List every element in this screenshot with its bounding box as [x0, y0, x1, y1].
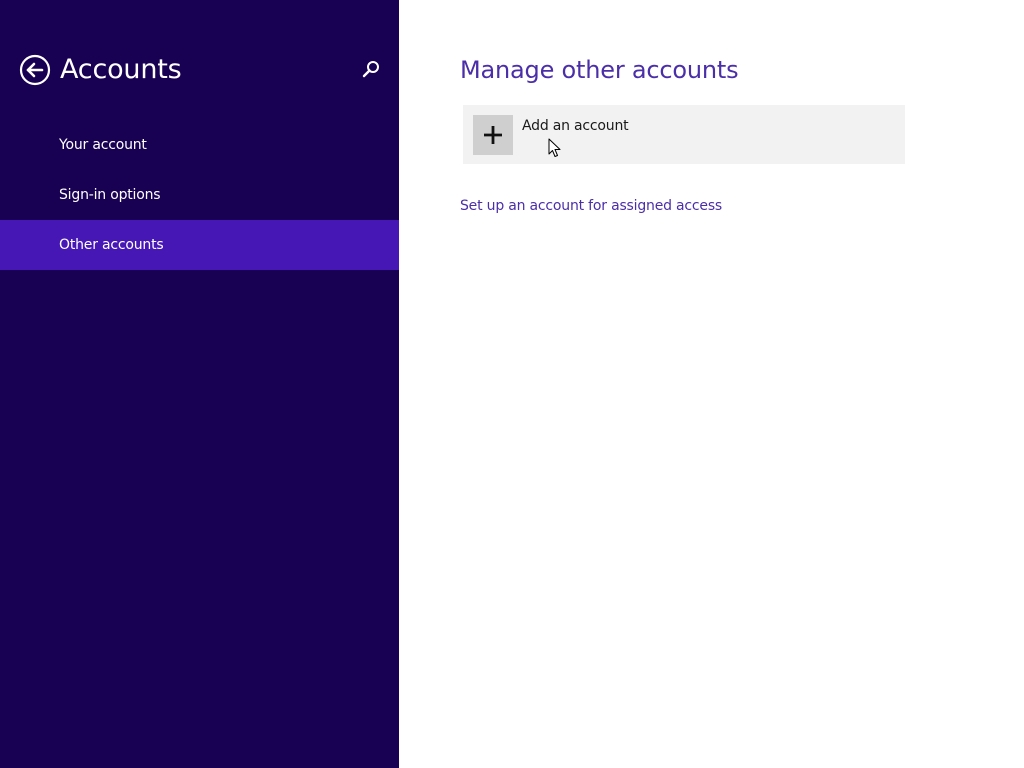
plus-icon: [484, 126, 502, 144]
navigation-pane: Accounts Your account Sign-in options Ot…: [0, 0, 399, 768]
settings-window: Accounts Your account Sign-in options Ot…: [0, 0, 1024, 768]
page-title: Manage other accounts: [460, 56, 739, 84]
nav-title: Accounts: [60, 54, 182, 85]
back-button[interactable]: [19, 54, 51, 86]
nav-item-sign-in-options[interactable]: Sign-in options: [0, 170, 399, 220]
nav-item-label: Other accounts: [59, 237, 164, 253]
nav-item-your-account[interactable]: Your account: [0, 120, 399, 170]
nav-item-label: Sign-in options: [59, 187, 161, 203]
add-account-label: Add an account: [522, 118, 629, 134]
content-pane: Manage other accounts Add an account Set…: [399, 0, 1024, 768]
add-account-button[interactable]: Add an account: [463, 105, 905, 164]
assigned-access-link[interactable]: Set up an account for assigned access: [460, 196, 722, 216]
nav-item-other-accounts[interactable]: Other accounts: [0, 220, 399, 270]
search-icon: [362, 61, 379, 78]
nav-item-label: Your account: [59, 137, 147, 153]
add-icon-tile: [473, 115, 513, 155]
back-arrow-icon: [19, 54, 51, 86]
nav-list: Your account Sign-in options Other accou…: [0, 120, 399, 270]
search-button[interactable]: [360, 59, 382, 81]
